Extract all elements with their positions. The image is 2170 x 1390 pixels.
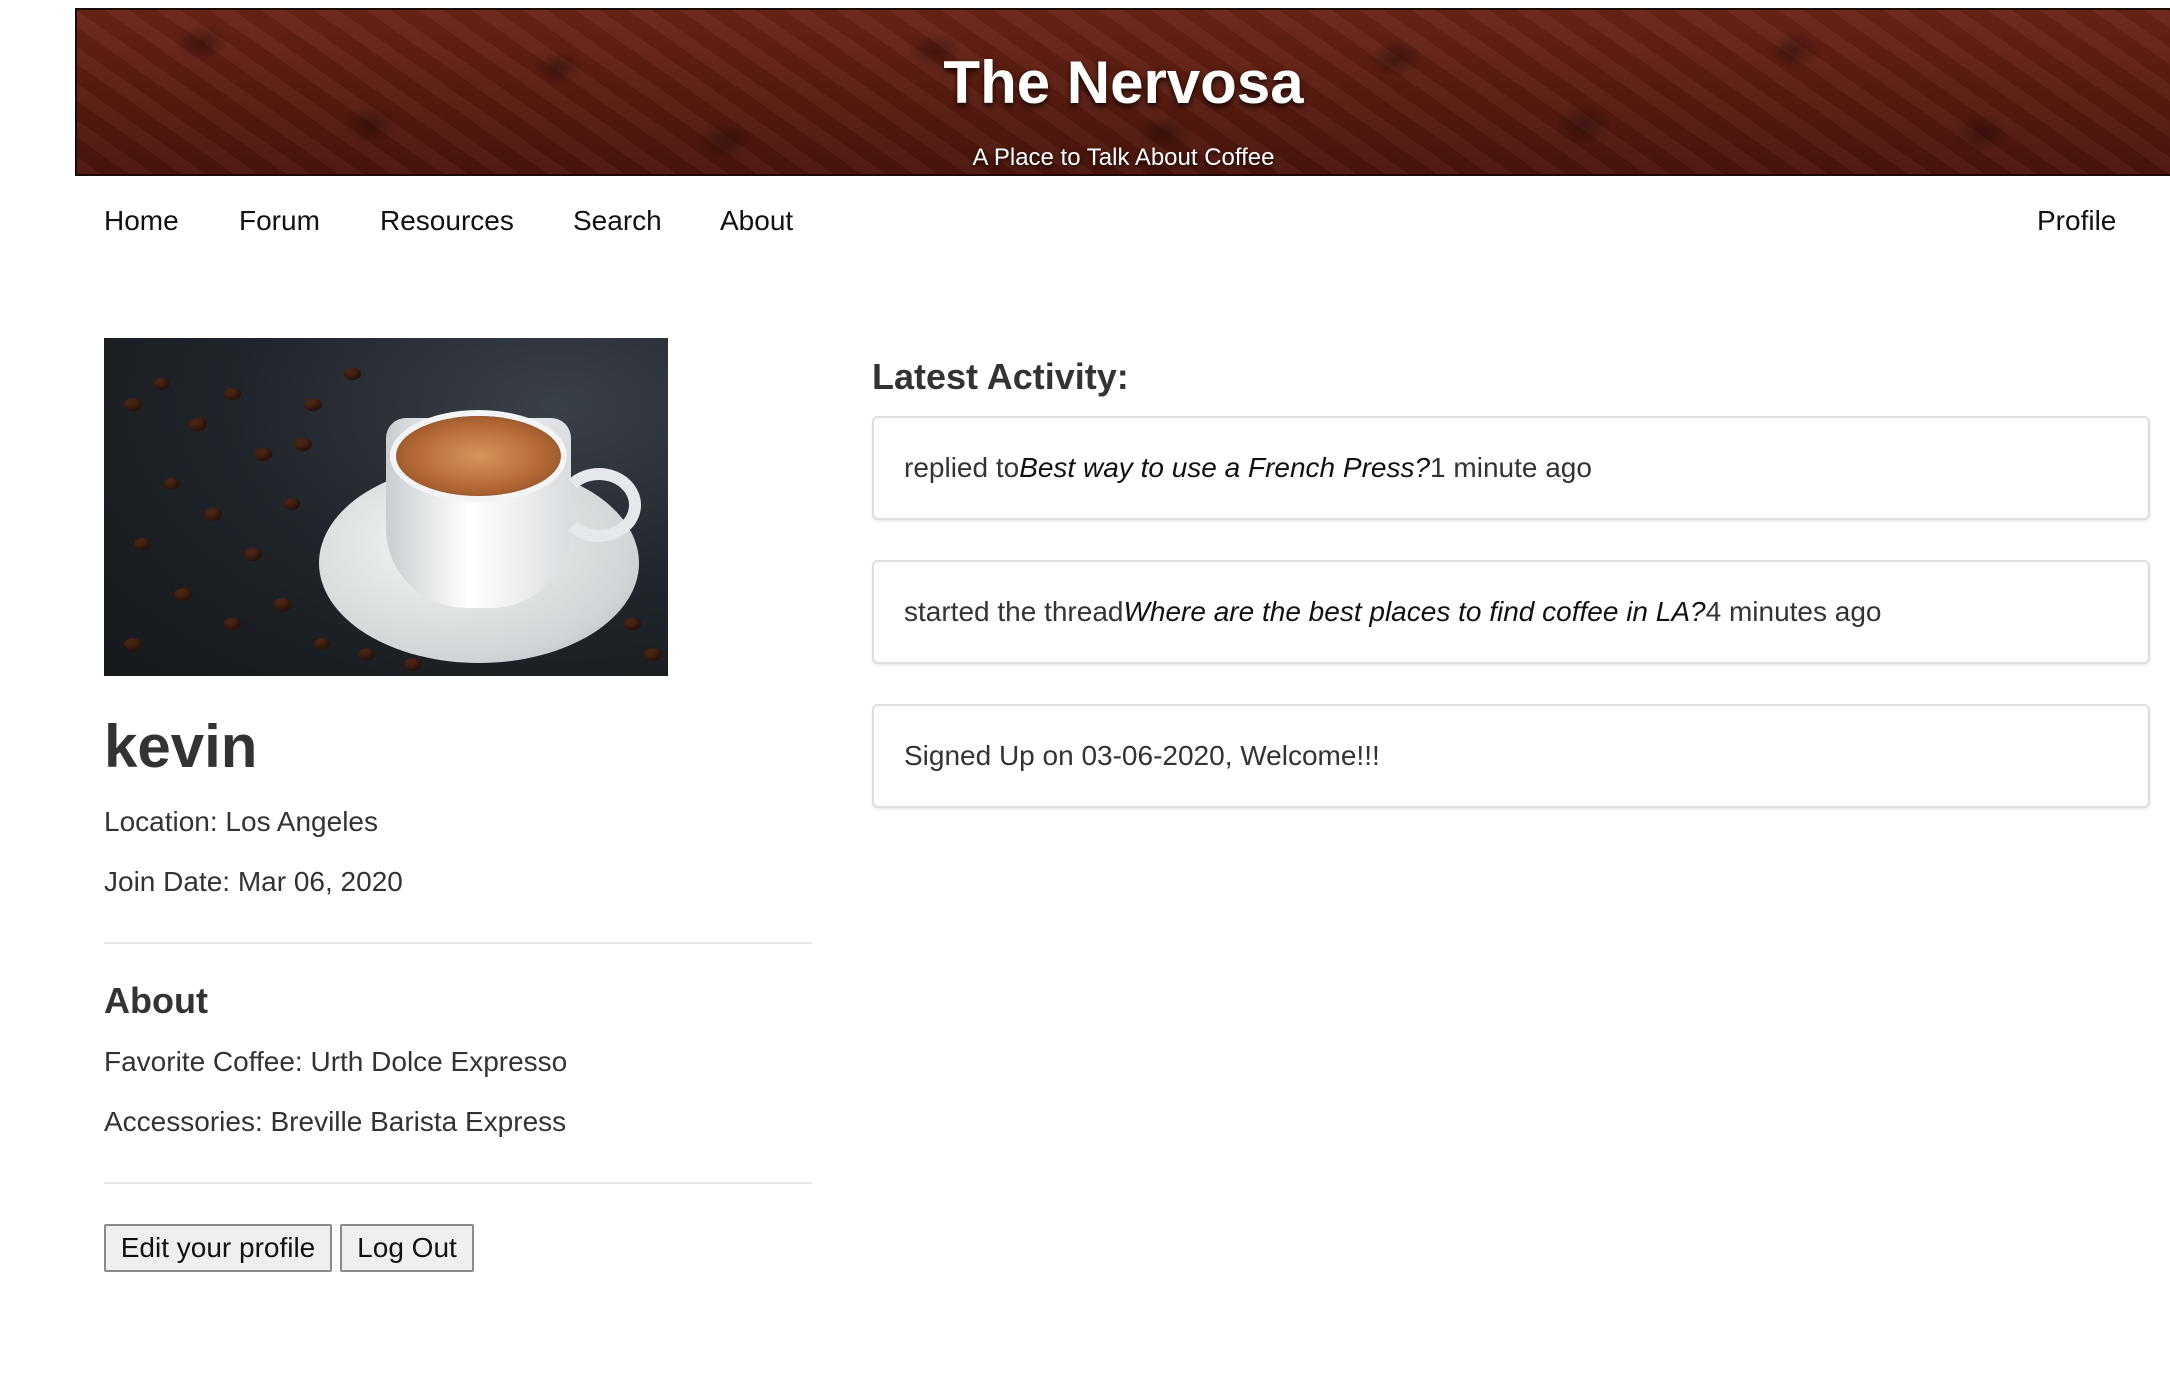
edit-profile-button[interactable]: Edit your profile (104, 1224, 332, 1272)
profile-username: kevin (104, 713, 258, 780)
profile-image (104, 338, 668, 676)
profile-accessories: Accessories: Breville Barista Express (104, 1106, 567, 1137)
activity-text: Signed Up on 03-06-2020, Welcome!!! (904, 740, 1380, 771)
nav-forum[interactable]: Forum (239, 205, 320, 237)
divider (104, 1182, 812, 1184)
divider (104, 942, 812, 944)
activity-item: replied to Best way to use a French Pres… (872, 416, 2150, 520)
nav-resources[interactable]: Resources (380, 205, 514, 237)
main-nav: Home Forum Resources Search About Profil… (0, 205, 2170, 255)
profile-join-date: Join Date: Mar 06, 2020 (104, 866, 403, 897)
header-banner: The Nervosa A Place to Talk About Coffee (75, 8, 2170, 176)
site-title: The Nervosa (943, 49, 1304, 116)
about-heading: About (104, 980, 208, 1021)
activity-item: Signed Up on 03-06-2020, Welcome!!! (872, 704, 2150, 808)
activity-time: 4 minutes ago (1705, 596, 1882, 627)
profile-location: Location: Los Angeles (104, 806, 378, 837)
site-subtitle: A Place to Talk About Coffee (972, 144, 1275, 171)
activity-thread-link[interactable]: Where are the best places to find coffee… (1123, 596, 1705, 628)
nav-profile[interactable]: Profile (2037, 205, 2116, 237)
activity-item: started the thread Where are the best pl… (872, 560, 2150, 664)
logout-button[interactable]: Log Out (340, 1224, 474, 1272)
nav-search[interactable]: Search (573, 205, 662, 237)
activity-time: 1 minute ago (1430, 452, 1592, 483)
activity-prefix: replied to (904, 452, 1020, 483)
activity-thread-link[interactable]: Best way to use a French Press? (1019, 452, 1430, 484)
profile-favorite-coffee: Favorite Coffee: Urth Dolce Expresso (104, 1046, 568, 1077)
activity-heading: Latest Activity: (872, 356, 1129, 397)
activity-prefix: started the thread (904, 596, 1124, 627)
nav-about[interactable]: About (720, 205, 793, 237)
nav-home[interactable]: Home (104, 205, 179, 237)
